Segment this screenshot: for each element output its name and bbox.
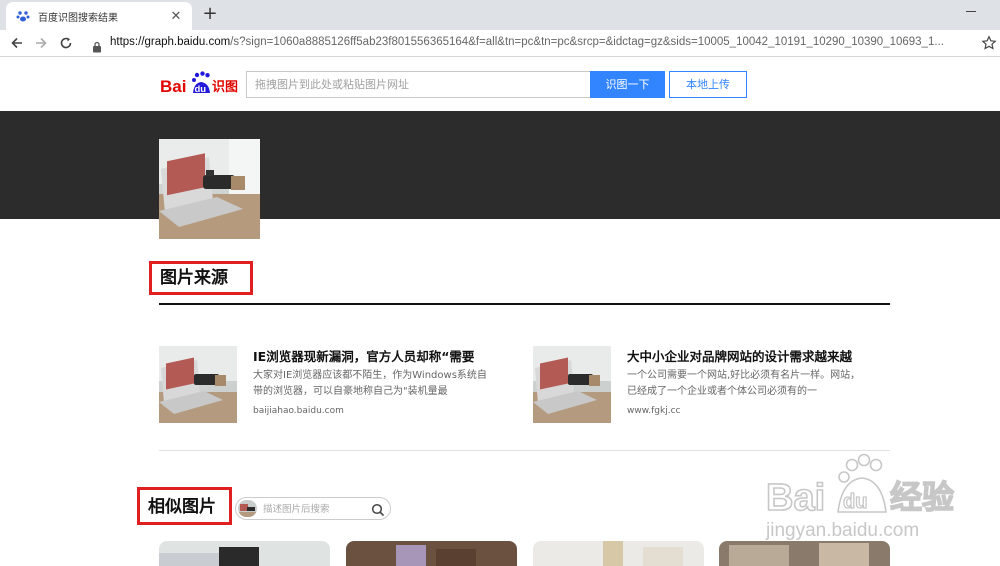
section-title-similar: 相似图片	[137, 487, 232, 525]
watermark-text-du: du	[843, 491, 867, 513]
similar-image[interactable]	[346, 541, 517, 566]
describe-image-input[interactable]	[263, 501, 367, 517]
browser-tab[interactable]: 百度识图搜索结果 ✕	[6, 2, 192, 30]
similar-search-box[interactable]	[235, 497, 391, 520]
section-title-source: 图片来源	[149, 261, 253, 295]
result-title[interactable]: 大中小企业对品牌网站的设计需求越来越	[627, 346, 852, 365]
url-path: /s?sign=1060a8885126ff5ab23f801556365164…	[230, 36, 944, 48]
browser-toolbar: https://graph.baidu.com/s?sign=1060a8885…	[0, 30, 1000, 57]
watermark-url: jingyan.baidu.com	[765, 520, 919, 541]
divider	[159, 303, 890, 305]
bookmark-star-icon[interactable]	[981, 35, 997, 51]
search-icon[interactable]	[371, 502, 385, 517]
baidu-jingyan-watermark: Bai du 经验 jingyan.baidu.com	[764, 450, 994, 545]
image-url-input[interactable]	[246, 71, 590, 98]
forward-arrow-icon[interactable]	[32, 34, 50, 52]
address-bar[interactable]: https://graph.baidu.com/s?sign=1060a8885…	[110, 36, 970, 48]
browser-tab-strip: 百度识图搜索结果 ✕ +	[0, 0, 1000, 30]
result-thumbnail[interactable]	[159, 346, 237, 423]
upload-button[interactable]: 本地上传	[669, 71, 747, 98]
result-description: 一个公司需要一个网站,好比必须有名片一样。网站，已经成了一个企业或者个体公司必须…	[627, 370, 861, 397]
close-icon[interactable]: ✕	[168, 9, 184, 24]
logo-text-shitu: 识图	[212, 80, 238, 95]
result-site[interactable]: www.fgkj.cc	[627, 406, 680, 416]
query-mini-thumbnail	[238, 500, 257, 517]
lock-icon[interactable]	[92, 38, 102, 53]
result-title[interactable]: IE浏览器现新漏洞，官方人员却称“需要	[253, 346, 474, 365]
result-description: 大家对IE浏览器应该都不陌生，作为Windows系统自带的浏览器，可以自豪地称自…	[253, 370, 487, 397]
new-tab-icon[interactable]: +	[199, 4, 221, 26]
url-host: https://graph.baidu.com	[110, 36, 231, 48]
similar-image[interactable]	[159, 541, 330, 566]
search-button[interactable]: 识图一下	[590, 71, 665, 98]
search-header: Bai du 识图 识图一下 本地上传	[0, 57, 1000, 111]
result-thumbnail[interactable]	[533, 346, 611, 423]
query-banner	[0, 111, 1000, 219]
reload-icon[interactable]	[57, 34, 75, 52]
baidu-shitu-logo[interactable]: Bai du 识图	[160, 71, 240, 97]
minimize-icon[interactable]	[964, 5, 980, 19]
logo-text-bai: Bai	[160, 77, 186, 96]
baidu-paw-icon	[16, 9, 30, 23]
watermark-text-bai: Bai	[766, 477, 825, 519]
source-result-card[interactable]: 大中小企业对品牌网站的设计需求越来越 一个公司需要一个网站,好比必须有名片一样。…	[533, 346, 873, 426]
query-image[interactable]	[159, 139, 260, 239]
similar-image[interactable]	[533, 541, 704, 566]
back-arrow-icon[interactable]	[8, 34, 26, 52]
result-site[interactable]: baijiahao.baidu.com	[253, 406, 344, 416]
logo-text-du: du	[195, 84, 207, 95]
tab-title: 百度识图搜索结果	[38, 12, 118, 24]
source-result-card[interactable]: IE浏览器现新漏洞，官方人员却称“需要 大家对IE浏览器应该都不陌生，作为Win…	[159, 346, 499, 426]
watermark-text-jingyan: 经验	[890, 478, 954, 516]
